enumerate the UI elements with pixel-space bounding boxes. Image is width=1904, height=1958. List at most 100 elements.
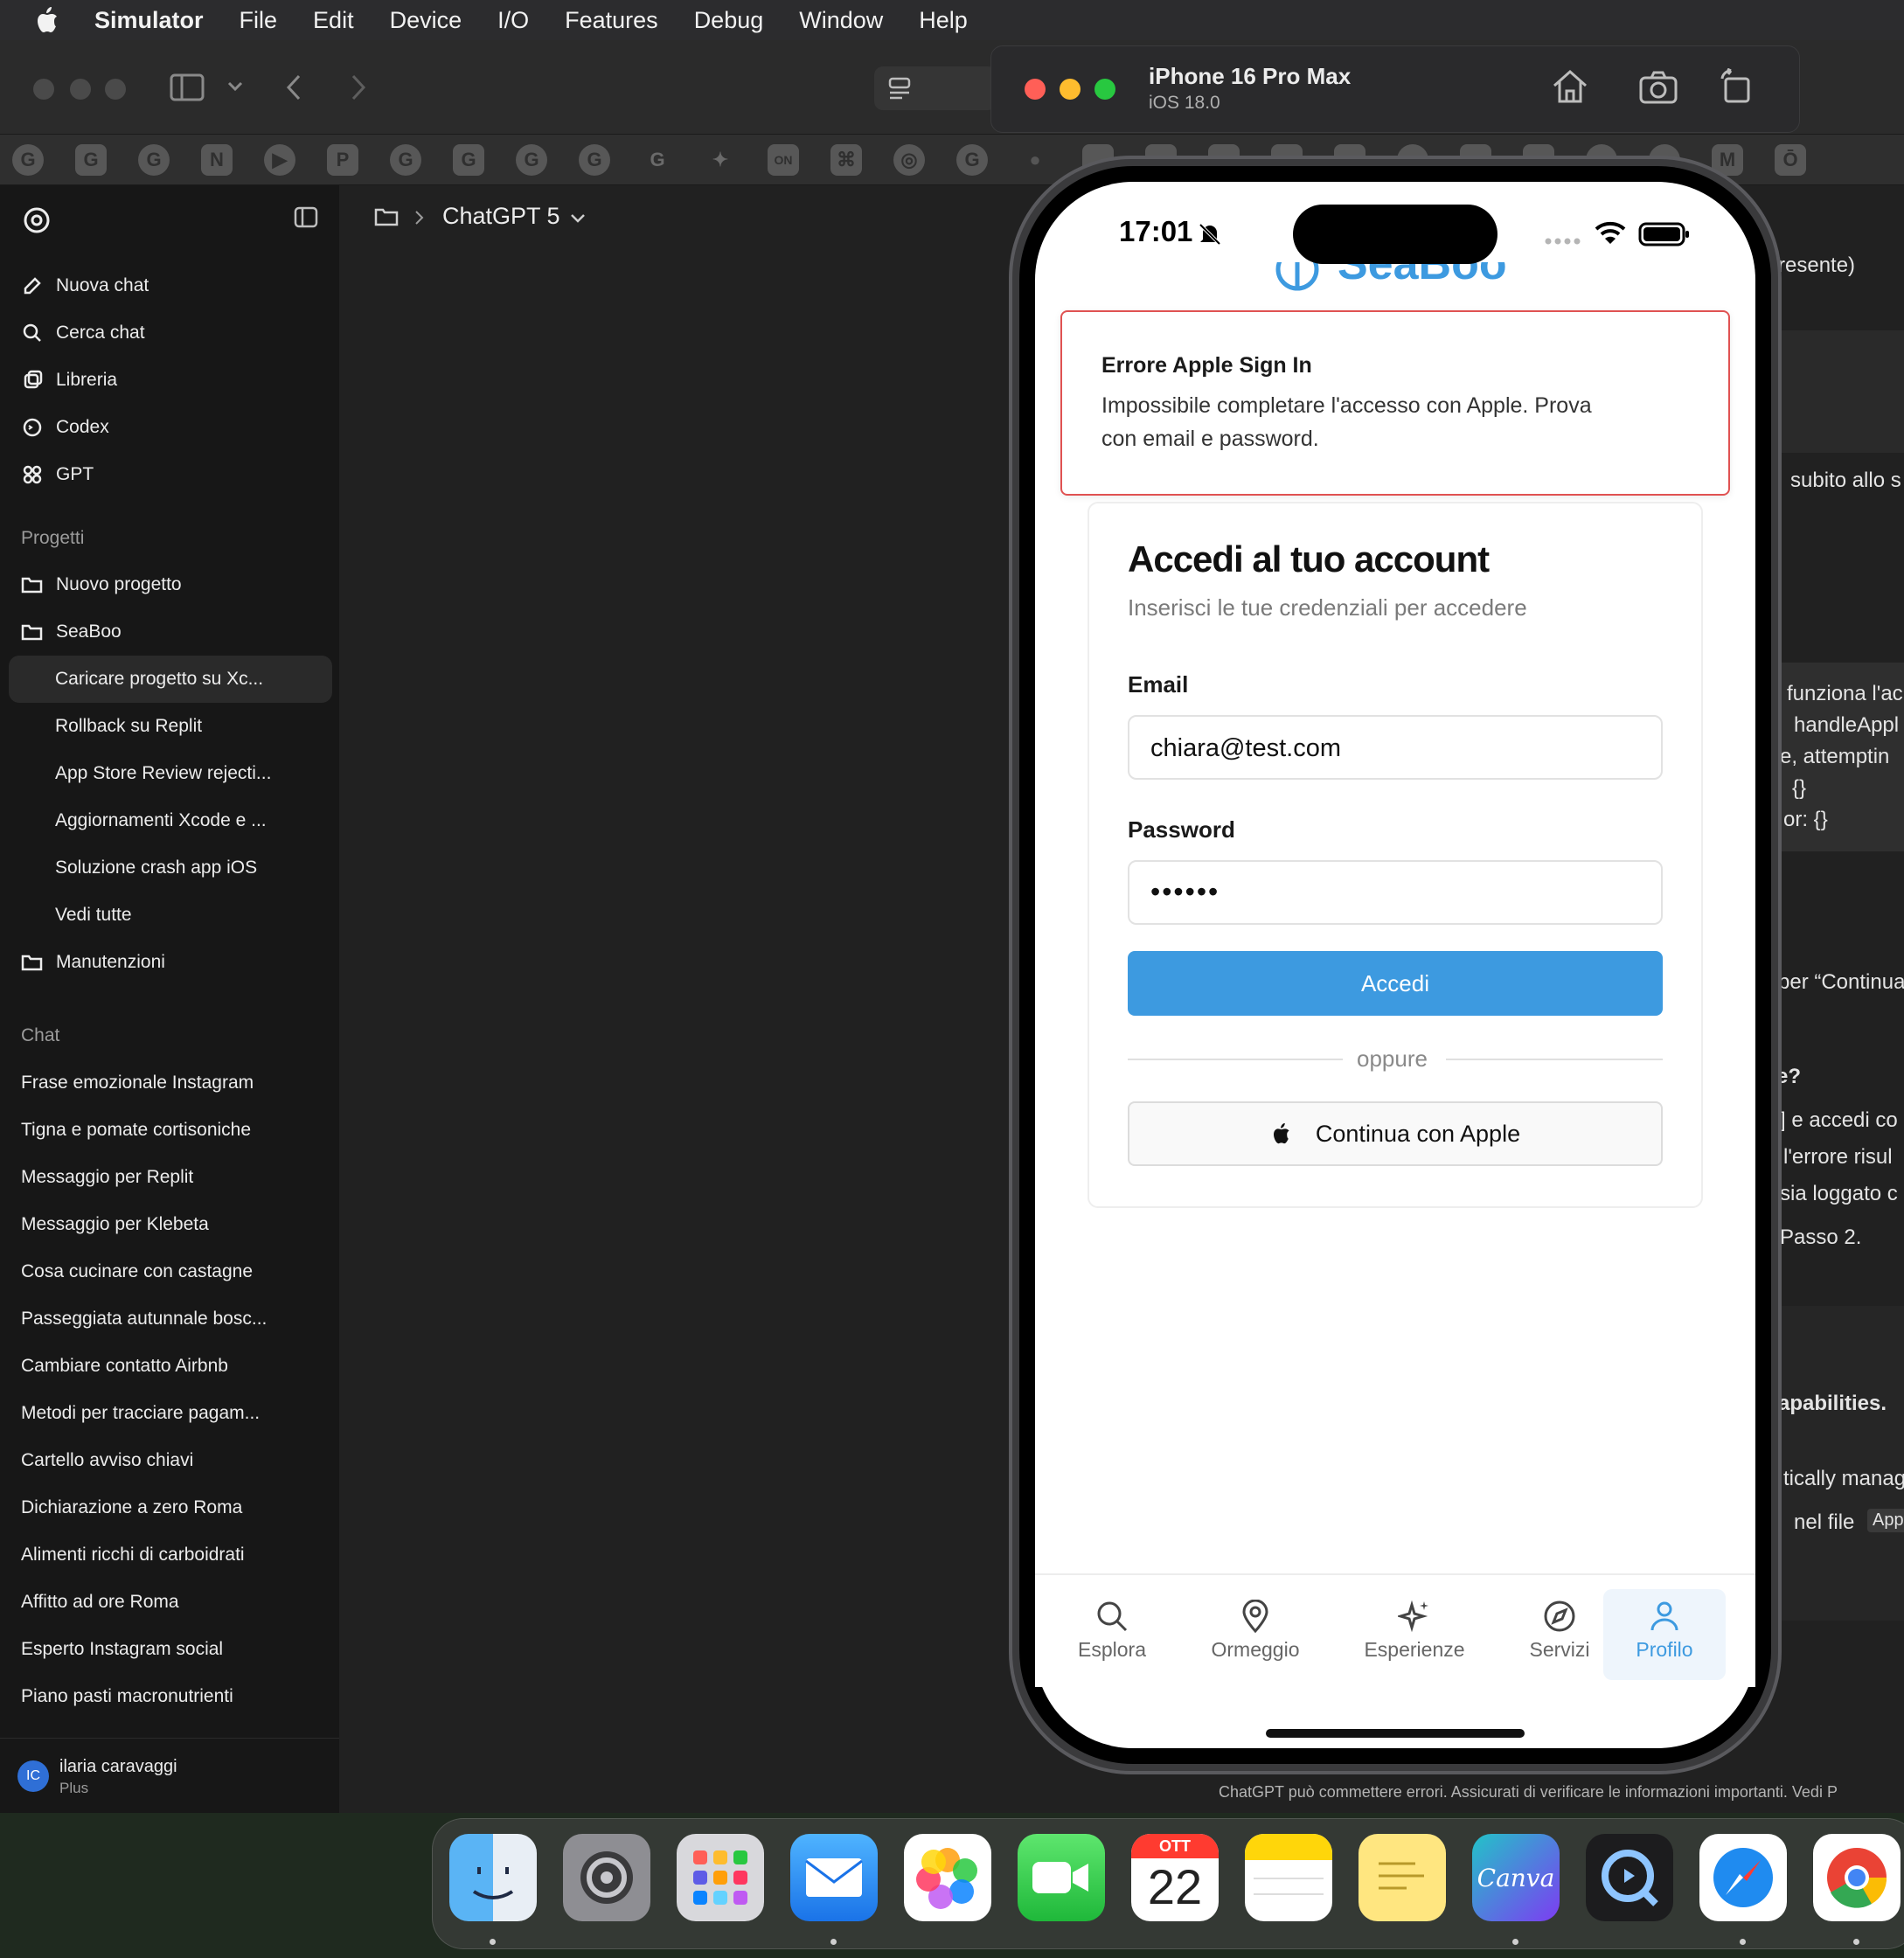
chat-item[interactable]: Piano pasti macronutrienti — [21, 1686, 233, 1707]
tab-profilo[interactable]: Profilo — [1621, 1600, 1708, 1662]
g-extension-icon[interactable]: G — [453, 143, 484, 176]
window-close-button[interactable] — [33, 79, 54, 100]
gpt-button[interactable]: GPT — [21, 457, 94, 492]
grammarly-extension-icon[interactable]: G — [516, 143, 547, 176]
quicktime-icon[interactable] — [1586, 1834, 1673, 1921]
model-selector[interactable]: ChatGPT 5 — [442, 203, 560, 230]
project-chat-item[interactable]: App Store Review rejecti... — [55, 763, 271, 784]
mic-extension-icon[interactable]: ● — [1019, 144, 1051, 176]
sidebar-toggle-icon[interactable] — [170, 73, 205, 101]
play-extension-icon[interactable]: ▶ — [264, 143, 295, 176]
menu-window[interactable]: Window — [799, 7, 883, 34]
chat-item[interactable]: Metodi per tracciare pagam... — [21, 1403, 260, 1424]
canva-icon[interactable]: Canva — [1472, 1834, 1560, 1921]
rotate-icon[interactable] — [1719, 68, 1754, 105]
search-chat-button[interactable]: Cerca chat — [21, 316, 145, 351]
tab-servizi[interactable]: Servizi — [1516, 1600, 1603, 1662]
menu-debug[interactable]: Debug — [694, 7, 764, 34]
chat-item[interactable]: Cosa cucinare con castagne — [21, 1261, 253, 1282]
sim-minimize-button[interactable] — [1060, 79, 1081, 100]
close-sidebar-icon[interactable] — [294, 206, 318, 229]
bird-extension-icon[interactable]: ✦ — [705, 144, 736, 176]
chat-item[interactable]: Affitto ad ore Roma — [21, 1592, 179, 1613]
notion-extension-icon[interactable]: N — [201, 143, 233, 176]
facetime-icon[interactable] — [1018, 1834, 1105, 1921]
chat-item[interactable]: Cartello avviso chiavi — [21, 1450, 193, 1471]
tag-extension-icon[interactable]: ⌘ — [830, 143, 862, 176]
sim-zoom-button[interactable] — [1094, 79, 1115, 100]
menu-io[interactable]: I/O — [497, 7, 529, 34]
chat-item[interactable]: Passeggiata autunnale bosc... — [21, 1309, 267, 1330]
tab-ormeggio[interactable]: Ormeggio — [1201, 1600, 1310, 1662]
project-chat-item[interactable]: Aggiornamenti Xcode e ... — [55, 810, 267, 831]
compass-icon — [1544, 1600, 1575, 1632]
circle-extension-icon[interactable]: ◎ — [893, 143, 925, 176]
library-button[interactable]: Libreria — [21, 363, 117, 398]
photos-icon[interactable] — [904, 1834, 991, 1921]
tab-esperienze[interactable]: Esperienze — [1357, 1600, 1472, 1662]
menu-simulator[interactable]: Simulator — [94, 7, 204, 34]
openai-logo-icon[interactable] — [21, 205, 52, 236]
screenshot-icon[interactable] — [1638, 70, 1678, 105]
grammarly-extension-icon[interactable]: G — [390, 143, 421, 176]
grammarly-extension-icon[interactable]: G — [12, 143, 44, 176]
mail-icon[interactable] — [790, 1834, 878, 1921]
notes-icon[interactable] — [1245, 1834, 1332, 1921]
menu-edit[interactable]: Edit — [313, 7, 354, 34]
window-minimize-button[interactable] — [70, 79, 91, 100]
finder-icon[interactable] — [449, 1834, 537, 1921]
menu-features[interactable]: Features — [565, 7, 658, 34]
chat-item[interactable]: Messaggio per Replit — [21, 1167, 193, 1188]
project-chat-item[interactable]: Rollback su Replit — [55, 716, 202, 737]
apple-menu-icon[interactable] — [33, 5, 59, 35]
project-chat-item[interactable]: Caricare progetto su Xc... — [55, 669, 263, 690]
menu-help[interactable]: Help — [919, 7, 968, 34]
tab-esplora[interactable]: Esplora — [1068, 1600, 1156, 1662]
home-indicator[interactable] — [1266, 1729, 1525, 1738]
chat-item[interactable]: Dichiarazione a zero Roma — [21, 1497, 242, 1518]
codex-button[interactable]: Codex — [21, 410, 109, 445]
forward-arrow-icon[interactable] — [350, 73, 367, 101]
calendar-icon[interactable]: OTT 22 — [1131, 1834, 1219, 1921]
on-extension-icon[interactable]: ON — [768, 143, 799, 176]
chevron-down-icon[interactable] — [570, 213, 586, 224]
g-extension-icon[interactable]: G — [75, 143, 107, 176]
new-chat-label: Nuova chat — [56, 275, 149, 295]
google-extension-icon[interactable]: G — [642, 144, 673, 176]
chevron-down-icon[interactable] — [227, 80, 243, 93]
grammarly-extension-icon[interactable]: G — [138, 143, 170, 176]
home-icon[interactable] — [1551, 68, 1589, 105]
new-project-button[interactable]: Nuovo progetto — [21, 567, 182, 602]
see-all-link[interactable]: Vedi tutte — [55, 905, 132, 926]
password-field[interactable]: •••••• — [1128, 860, 1663, 925]
chat-item[interactable]: Messaggio per Klebeta — [21, 1214, 209, 1235]
email-field[interactable]: chiara@test.com — [1128, 715, 1663, 780]
project-seaboo[interactable]: SeaBoo — [21, 614, 122, 649]
menu-file[interactable]: File — [240, 7, 278, 34]
sim-close-button[interactable] — [1025, 79, 1046, 100]
login-button[interactable]: Accedi — [1128, 951, 1663, 1016]
chat-item[interactable]: Esperto Instagram social — [21, 1639, 223, 1660]
stickies-icon[interactable] — [1359, 1834, 1446, 1921]
new-chat-button[interactable]: Nuova chat — [21, 268, 149, 303]
o-extension-icon[interactable]: Ō — [1775, 143, 1806, 176]
project-manutenzioni[interactable]: Manutenzioni — [21, 945, 165, 980]
chrome-icon[interactable] — [1813, 1834, 1901, 1921]
p-extension-icon[interactable]: P — [327, 143, 358, 176]
grammarly-extension-icon[interactable]: G — [579, 143, 610, 176]
back-arrow-icon[interactable] — [285, 73, 302, 101]
settings-icon[interactable] — [563, 1834, 650, 1921]
launchpad-icon[interactable] — [677, 1834, 764, 1921]
apple-signin-button[interactable]: Continua con Apple — [1128, 1101, 1663, 1166]
safari-icon[interactable] — [1699, 1834, 1787, 1921]
window-zoom-button[interactable] — [105, 79, 126, 100]
avatar[interactable]: IC — [17, 1760, 49, 1792]
menu-device[interactable]: Device — [390, 7, 462, 34]
chat-item[interactable]: Cambiare contatto Airbnb — [21, 1356, 228, 1377]
chat-item[interactable]: Tigna e pomate cortisoniche — [21, 1120, 251, 1141]
grammarly-extension-icon[interactable]: G — [956, 143, 988, 176]
address-bar[interactable] — [874, 66, 997, 110]
project-chat-item[interactable]: Soluzione crash app iOS — [55, 857, 257, 878]
chat-item[interactable]: Alimenti ricchi di carboidrati — [21, 1545, 245, 1566]
chat-item[interactable]: Frase emozionale Instagram — [21, 1073, 254, 1094]
